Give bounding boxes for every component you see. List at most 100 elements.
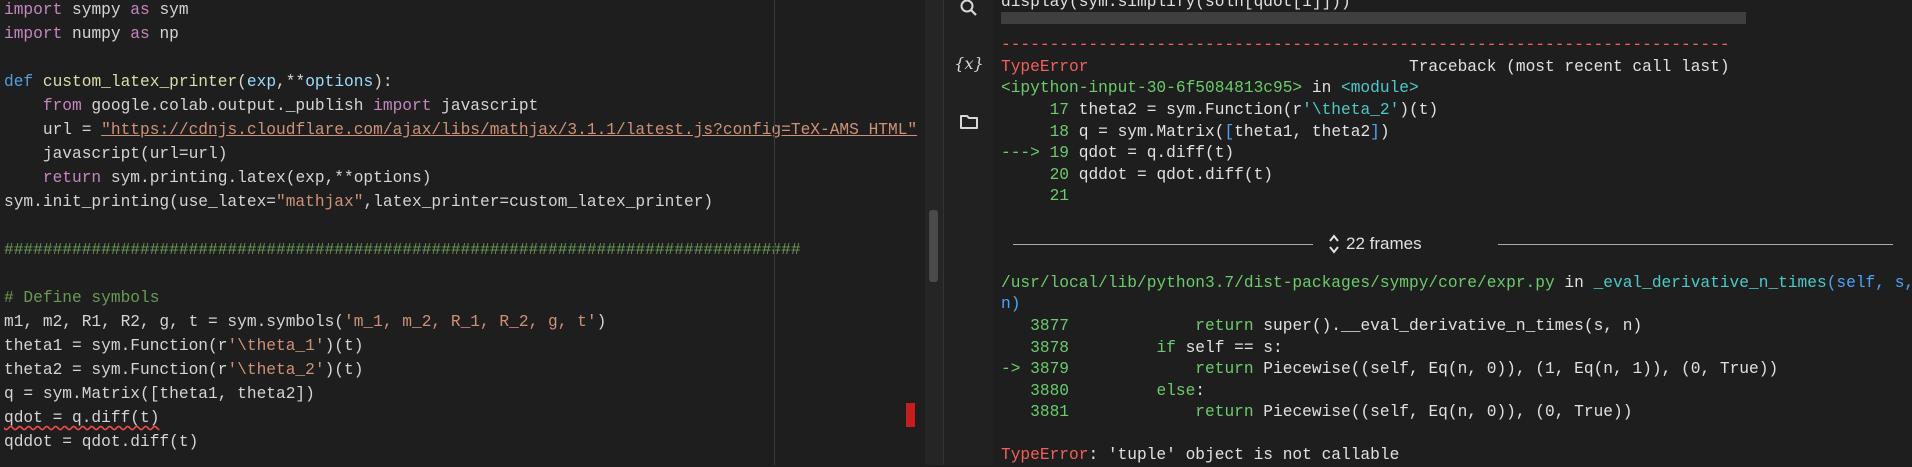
output-line: 3878 if self == s: <box>1001 338 1912 360</box>
code-token: "mathjax" <box>276 193 364 211</box>
code-token: _eval_derivative_n_times <box>1593 273 1827 292</box>
code-token: Piecewise((self, Eq(n, 0)), (1, Eq(n, 1)… <box>1253 360 1779 379</box>
code-line: theta2 = sym.Function(r'\theta_2')(t) <box>4 358 917 382</box>
code-token: as <box>130 25 150 43</box>
code-token: 18 <box>1049 122 1070 141</box>
variables-icon[interactable]: {x} <box>944 43 994 83</box>
code-token: n) <box>1001 295 1021 314</box>
code-token: <ipython-input-30-6f5084813c95> <box>1001 79 1303 98</box>
output-line: TypeError Traceback (most recent call la… <box>1001 57 1912 79</box>
frames-expand-button[interactable]: 22 frames <box>1328 232 1422 256</box>
code-token: TypeError <box>1001 446 1089 465</box>
code-token: sym.init_printing(use_latex= <box>4 193 276 211</box>
code-token: '\theta_2' <box>227 361 325 379</box>
code-token: ) <box>596 313 607 331</box>
code-token: (self, s, <box>1826 273 1912 292</box>
code-token: 3881 <box>1001 403 1069 422</box>
code-token: in <box>1302 79 1341 98</box>
code-editor[interactable]: import sympy as sym import numpy as np de… <box>0 0 925 465</box>
code-token: q = sym.Matrix( <box>1069 122 1225 141</box>
code-token: ,latex_printer=custom_latex_printer) <box>363 193 714 211</box>
code-token: '\theta_1' <box>227 337 325 355</box>
code-token: return <box>42 169 102 187</box>
code-token: [ <box>1224 122 1235 141</box>
code-token: theta1, theta2 <box>1234 122 1371 141</box>
code-line: import sympy as sym <box>4 0 917 22</box>
code-token: ----------------------------------------… <box>1001 36 1730 55</box>
frames-divider-right <box>1498 244 1893 245</box>
output-line: 3881 return Piecewise((self, Eq(n, 0)), … <box>1001 402 1912 424</box>
frames-toggle[interactable]: 22 frames <box>1013 232 1893 256</box>
editor-scrollbar-thumb[interactable] <box>929 210 938 282</box>
code-token: qdot = q.diff(t) <box>1069 144 1235 163</box>
output-line: 21 <box>1001 186 1912 208</box>
code-token: sym <box>149 1 189 19</box>
code-token: )(t) <box>324 361 364 379</box>
code-token: 21 <box>1049 187 1070 206</box>
expand-collapse-icon <box>1329 234 1339 254</box>
code-token: q = sym.Matrix([theta1, theta2]) <box>4 385 315 403</box>
code-token: : 'tuple' object is not callable <box>1088 446 1400 465</box>
code-line: def custom_latex_printer(exp,**options): <box>4 70 917 94</box>
output-horizontal-scrollbar[interactable] <box>1001 12 1746 24</box>
code-line: return sym.printing.latex(exp,**options) <box>4 166 917 190</box>
code-line: theta1 = sym.Function(r'\theta_1')(t) <box>4 334 917 358</box>
code-token: 3880 <box>1001 381 1069 400</box>
output-line: 3880 else: <box>1001 381 1912 403</box>
code-token: '\theta_2' <box>1302 100 1400 119</box>
output-line: <ipython-input-30-6f5084813c95> in <modu… <box>1001 78 1912 100</box>
code-token: qddot = qdot.diff(t) <box>4 433 199 451</box>
code-token: ,** <box>276 73 306 91</box>
editor-ruler <box>774 0 775 465</box>
error-marker <box>906 403 915 427</box>
code-token: ########################################… <box>4 241 801 259</box>
code-token: import <box>4 1 63 19</box>
code-line: # Define symbols <box>4 286 917 310</box>
code-token: -> 3879 <box>1001 360 1069 379</box>
code-token: 'm_1, m_2, R_1, R_2, g, t' <box>344 313 597 331</box>
code-token: # Define symbols <box>4 289 160 307</box>
cell-output: display(sym.simplify(soln[qdot[1]])) ---… <box>993 0 1912 465</box>
output-line: ----------------------------------------… <box>1001 35 1912 57</box>
code-token: javascript <box>431 97 539 115</box>
code-token: ) <box>1379 122 1390 141</box>
code-token: options <box>305 73 374 91</box>
output-line: 3877 return super().__eval_derivative_n_… <box>1001 316 1912 338</box>
frames-divider-left <box>1013 244 1313 245</box>
code-token: self == s: <box>1175 338 1283 357</box>
code-token: 17 <box>1049 100 1070 119</box>
output-line: 17 theta2 = sym.Function(r'\theta_2')(t) <box>1001 100 1912 122</box>
code-token: <module> <box>1341 79 1419 98</box>
code-token: )(t) <box>324 337 364 355</box>
code-token: sym.printing.latex(exp,**options) <box>101 169 432 187</box>
code-token: : <box>1195 381 1206 400</box>
code-token: in <box>1554 273 1594 292</box>
code-token: m1, m2, R1, R2, g, t = sym.symbols( <box>4 313 344 331</box>
code-area[interactable]: import sympy as sym import numpy as np de… <box>4 0 917 454</box>
folder-icon[interactable] <box>944 102 994 142</box>
code-token: javascript(url=url) <box>4 145 228 163</box>
code-token: super().__eval_derivative_n_times(s, n) <box>1253 316 1643 335</box>
code-token: return <box>1195 403 1254 422</box>
code-token: np <box>149 25 179 43</box>
code-line: qdot = q.diff(t) <box>4 406 917 430</box>
search-icon[interactable] <box>944 0 994 28</box>
frames-count-label: 22 frames <box>1346 234 1422 253</box>
code-line: import numpy as np <box>4 22 917 46</box>
code-token: 20 <box>1049 165 1070 184</box>
code-token: theta1 = sym.Function(r <box>4 337 228 355</box>
code-token: url = <box>4 121 102 139</box>
output-line: 18 q = sym.Matrix([theta1, theta2]) <box>1001 122 1912 144</box>
code-token: ] <box>1370 122 1380 141</box>
code-token: google.colab.output._publish <box>81 97 374 115</box>
code-token: ( <box>237 73 247 91</box>
